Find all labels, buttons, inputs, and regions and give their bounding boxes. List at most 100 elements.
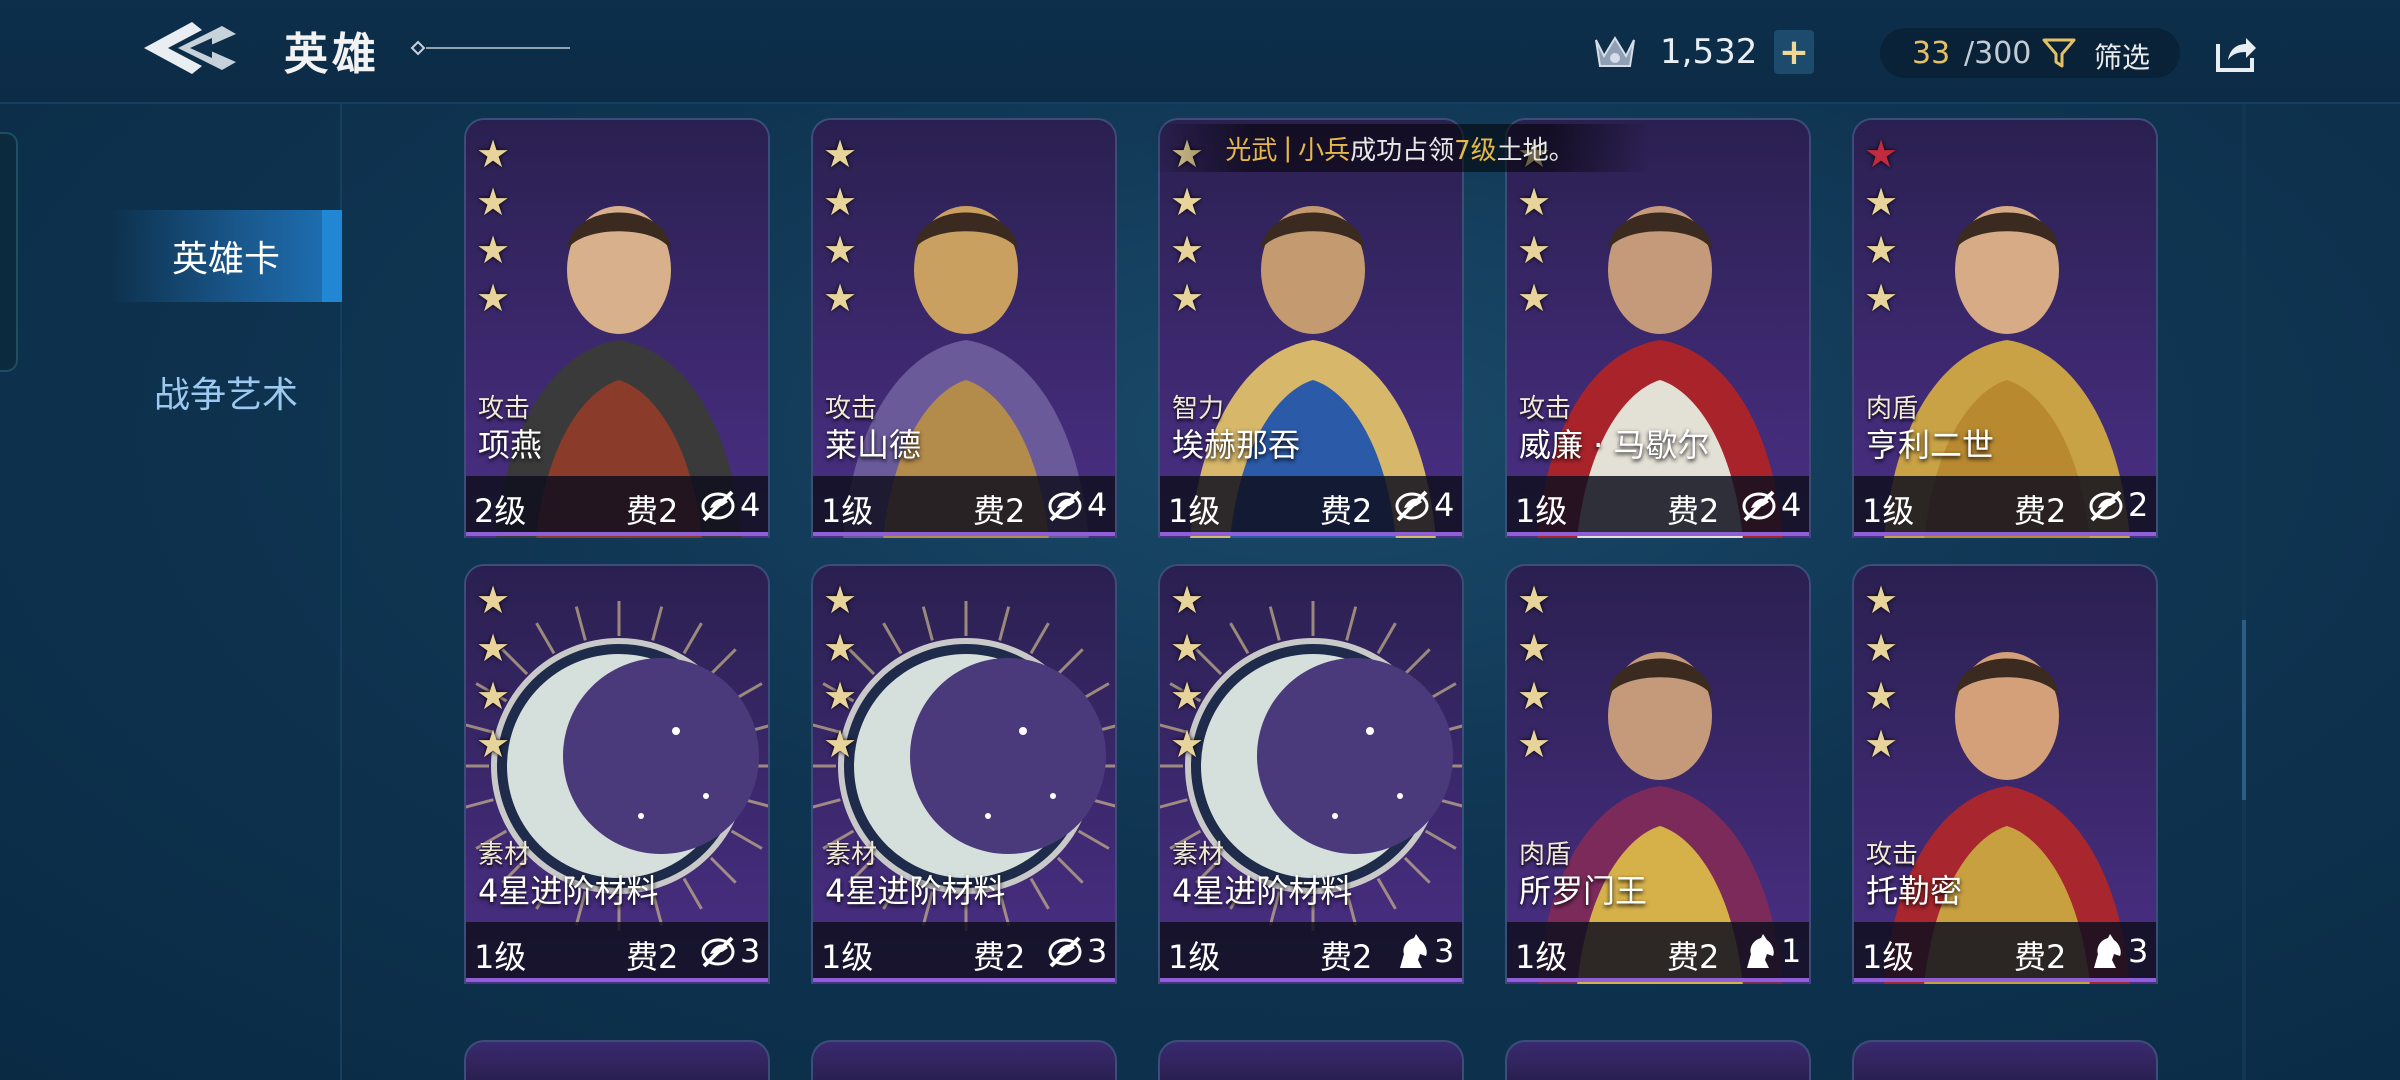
card-footer: 1级 费2 3 [1854, 922, 2156, 982]
star-icon: ★ [1517, 180, 1552, 224]
hero-card[interactable]: ★ ★ ★ ★ 攻击 托勒密 1级 费2 3 [1852, 564, 2158, 984]
tab-art-of-war-label: 战争艺术 [153, 375, 298, 416]
hero-cost: 费2 [1320, 938, 1373, 976]
hero-name: 项燕 [478, 426, 543, 464]
card-peek[interactable] [1505, 1040, 1811, 1080]
card-footer: 1级 费2 1 [1507, 922, 1809, 982]
cavalry-horse-icon [1400, 934, 1427, 968]
back-arrow-icon[interactable] [140, 16, 240, 80]
page-title: 英雄 [284, 29, 380, 80]
star-icon: ★ [476, 180, 511, 224]
star-icon: ★ [1170, 228, 1205, 272]
add-currency-button[interactable]: + [1774, 30, 1814, 74]
title-ornament-icon [410, 40, 570, 56]
active-tab-indicator [322, 210, 342, 302]
filter-button[interactable]: 筛选 [2094, 36, 2150, 76]
hero-power: 1 [1781, 932, 1802, 970]
hero-name: 4星进阶材料 [825, 872, 1006, 910]
tab-hero-cards[interactable]: 英雄卡 [110, 210, 342, 302]
card-peek[interactable] [464, 1040, 770, 1080]
star-icon: ★ [1864, 578, 1899, 622]
share-icon[interactable] [2212, 30, 2258, 76]
hero-name: 托勒密 [1866, 872, 1963, 910]
hero-name: 莱山德 [825, 426, 922, 464]
hero-card[interactable]: ★★★★智力埃赫那吞1级费24 [1158, 118, 1464, 538]
hero-name: 亨利二世 [1866, 426, 1995, 464]
hero-card[interactable]: ★ ★ ★ ★ 素材 4星进阶材料 1级 费2 3 [464, 564, 770, 984]
star-icon: ★ [476, 722, 511, 766]
hero-cost: 费2 [1320, 492, 1373, 530]
star-icon: ★ [1864, 276, 1899, 320]
no-mount-icon [1048, 490, 1082, 522]
card-peek[interactable] [1852, 1040, 2158, 1080]
star-rating: ★★★★ [476, 132, 510, 320]
hero-level: 1级 [1515, 938, 1568, 976]
hero-card[interactable]: ★ ★ ★ ★ 肉盾 所罗门王 1级 费2 1 [1505, 564, 1811, 984]
star-icon: ★ [476, 578, 511, 622]
card-footer: 1级 费2 3 [1160, 922, 1462, 982]
toast-separator: | [1283, 133, 1293, 163]
star-icon: ★ [1170, 276, 1205, 320]
star-icon: ★ [1517, 276, 1552, 320]
hero-power: 3 [2128, 932, 2149, 970]
star-icon: ★ [1517, 578, 1552, 622]
star-rating: ★★★★ [1864, 132, 1898, 320]
no-mount-icon [1048, 936, 1082, 968]
tab-hero-cards-label: 英雄卡 [171, 239, 280, 280]
star-icon: ★ [476, 674, 511, 718]
hero-power: 3 [740, 932, 761, 970]
cavalry-horse-icon [2094, 934, 2121, 968]
star-rating: ★★★★ [823, 578, 857, 766]
star-icon: ★ [476, 132, 511, 176]
hero-name: 4星进阶材料 [478, 872, 659, 910]
hero-level: 1级 [474, 938, 527, 976]
hero-name: 4星进阶材料 [1172, 872, 1353, 910]
hero-level: 1级 [1168, 492, 1221, 530]
hero-cost: 费2 [626, 492, 679, 530]
scrollbar-track[interactable] [2242, 104, 2246, 1080]
hero-cost: 费2 [1667, 492, 1720, 530]
tab-art-of-war[interactable]: 战争艺术 [110, 346, 342, 438]
card-footer: 1级 费2 4 [813, 476, 1115, 536]
hero-power: 2 [2128, 486, 2149, 524]
hero-level: 1级 [821, 492, 874, 530]
card-peek[interactable] [1158, 1040, 1464, 1080]
hero-card[interactable]: ★ ★ ★ ★ 攻击 莱山德 1级 费2 4 [811, 118, 1117, 538]
toast-unit: 小兵 [1298, 135, 1351, 166]
hero-cost: 费2 [973, 938, 1026, 976]
filter-funnel-icon[interactable] [2040, 34, 2078, 72]
card-footer: 1级 费2 4 [1507, 476, 1809, 536]
card-peek[interactable] [811, 1040, 1117, 1080]
card-footer: 1级 费2 2 [1854, 476, 2156, 536]
star-icon: ★ [1517, 626, 1552, 670]
hero-name: 所罗门王 [1519, 872, 1648, 910]
star-icon: ★ [823, 674, 858, 718]
hero-level: 1级 [1515, 492, 1568, 530]
star-icon: ★ [1864, 722, 1899, 766]
star-rating: ★★★★ [1517, 578, 1551, 766]
hero-card[interactable]: ★★★★攻击威廉 · 马歇尔1级费24 [1505, 118, 1811, 538]
scrollbar-thumb[interactable] [2242, 620, 2246, 800]
hero-cost: 费2 [1667, 938, 1720, 976]
currency-amount: 1,532 [1660, 32, 1758, 72]
star-icon: ★ [1170, 722, 1205, 766]
star-icon: ★ [1517, 228, 1552, 272]
hero-cost: 费2 [626, 938, 679, 976]
star-icon: ★ [823, 132, 858, 176]
toast-player: 光武 [1225, 135, 1278, 166]
hero-card[interactable]: ★ ★ ★ ★ 素材 4星进阶材料 1级 费2 3 [1158, 564, 1464, 984]
hero-card[interactable]: ★ ★ ★ ★ 素材 4星进阶材料 1级 费2 3 [811, 564, 1117, 984]
card-footer: 1级 费2 3 [466, 922, 768, 982]
top-bar: 英雄 1,532 + 33 /300 筛选 [0, 0, 2400, 104]
hero-power: 3 [1087, 932, 1108, 970]
hero-level: 1级 [1862, 492, 1915, 530]
hero-level: 1级 [821, 938, 874, 976]
no-mount-icon [1395, 490, 1429, 522]
star-icon: ★ [1864, 626, 1899, 670]
side-panel-handle[interactable] [0, 132, 18, 372]
hero-power: 3 [1434, 932, 1455, 970]
hero-card[interactable]: ★ ★ ★ ★ 肉盾 亨利二世 1级 费2 2 [1852, 118, 2158, 538]
star-icon: ★ [1170, 674, 1205, 718]
star-icon: ★ [1170, 626, 1205, 670]
hero-card[interactable]: ★ ★ ★ ★ 攻击 项燕 2级 费2 4 [464, 118, 770, 538]
